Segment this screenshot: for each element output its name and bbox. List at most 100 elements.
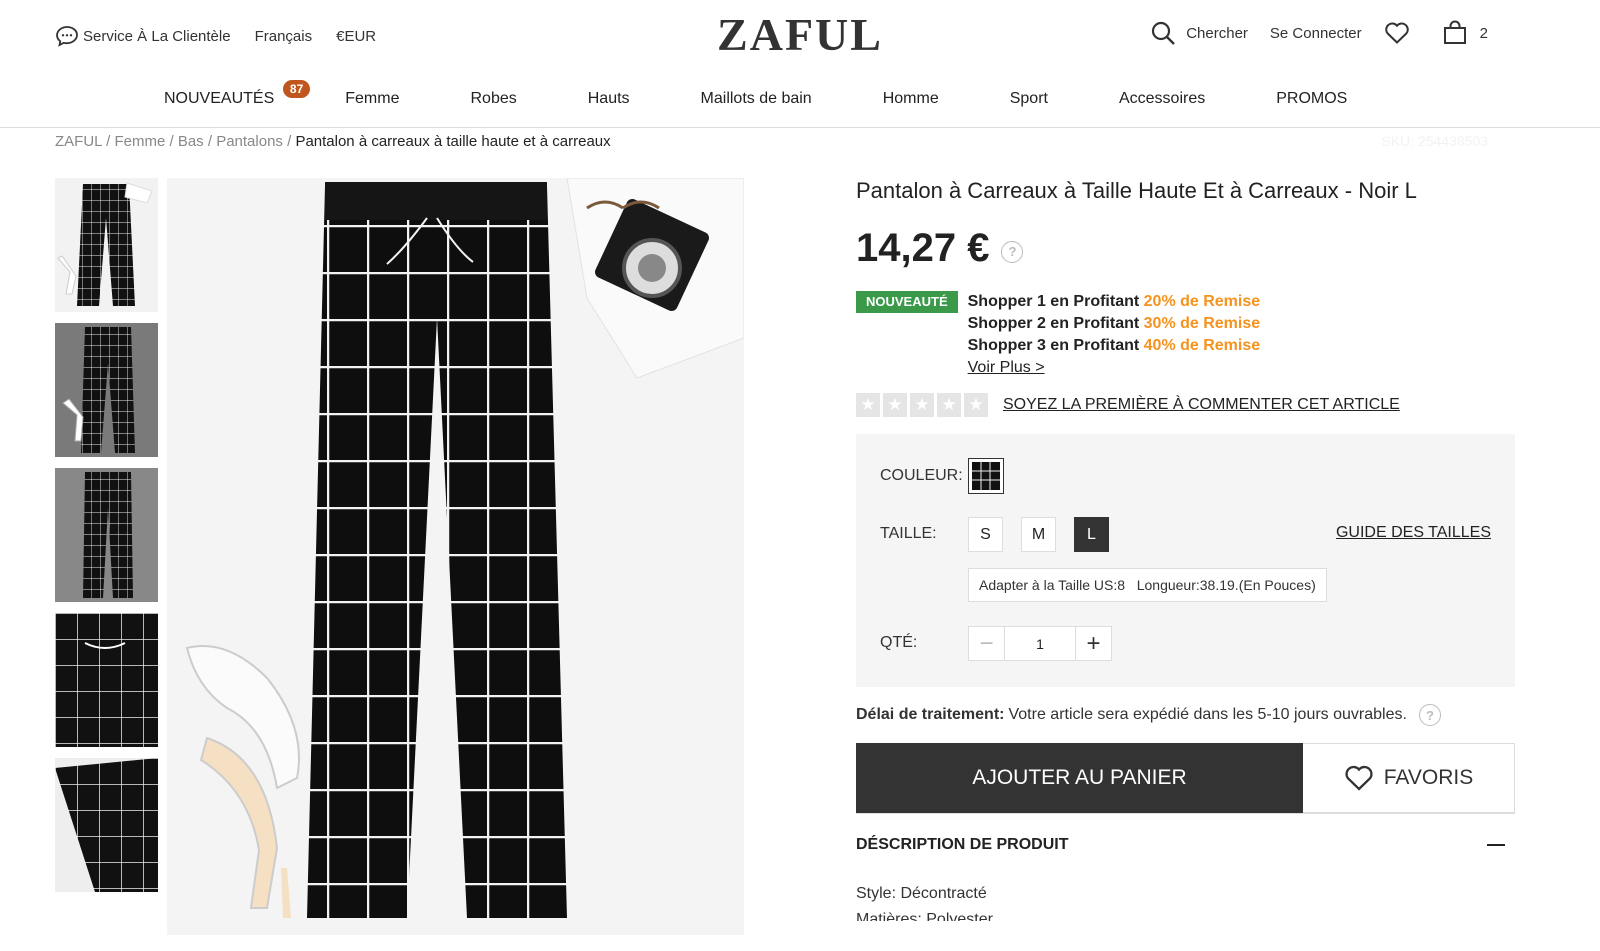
- breadcrumb-bas[interactable]: Bas: [178, 133, 204, 150]
- language-selector[interactable]: Français: [255, 28, 313, 45]
- breadcrumb-pantalons[interactable]: Pantalons: [216, 133, 283, 150]
- star-icon: ★: [937, 393, 961, 417]
- nav-item-promos[interactable]: PROMOS: [1276, 90, 1347, 108]
- product-thumbnail-image: [55, 178, 158, 312]
- heart-icon: [1345, 765, 1373, 791]
- nav-item-sport[interactable]: Sport: [1010, 90, 1048, 108]
- login-label: Se Connecter: [1269, 24, 1362, 42]
- product-thumbnail-image: [55, 613, 158, 747]
- color-label: COULEUR:: [880, 467, 963, 484]
- sku-label: SKU: 254438503: [1381, 133, 1488, 149]
- breadcrumb-femme[interactable]: Femme: [114, 133, 165, 150]
- size-option-s[interactable]: S: [968, 517, 1003, 552]
- new-badge: NOUVEAUTÉ: [856, 291, 958, 313]
- customer-service-link[interactable]: Service À La Clientèle: [55, 24, 231, 48]
- cart-count: 2: [1479, 24, 1488, 42]
- product-info: Pantalon à Carreaux à Taille Haute Et à …: [856, 178, 1515, 921]
- star-icon: ★: [964, 393, 988, 417]
- rating-row: ★ ★ ★ ★ ★ SOYEZ LA PREMIÈRE À COMMENTER …: [856, 393, 1515, 417]
- product-thumbnail[interactable]: [54, 177, 159, 313]
- promo-text: Shopper 1 en Profitant: [967, 293, 1144, 310]
- purchase-actions: AJOUTER AU PANIER FAVORIS: [856, 743, 1515, 813]
- breadcrumb-current: Pantalon à carreaux à taille haute et à …: [295, 133, 611, 150]
- nav-item-label: PROMOS: [1276, 90, 1348, 107]
- breadcrumb: ZAFUL / Femme / Bas / Pantalons / Pantal…: [55, 133, 611, 150]
- promo-block: NOUVEAUTÉ Shopper 1 en Profitant 20% de …: [856, 291, 1515, 379]
- qty-decrease-button[interactable]: −: [969, 627, 1004, 660]
- promo-discount: 40% de Remise: [1143, 337, 1261, 354]
- size-fit-text: Adapter à la Taille US:8 Longueur:38.19.…: [979, 577, 1316, 593]
- description-style: Style: Décontracté: [856, 885, 987, 902]
- qty-value[interactable]: 1: [1004, 627, 1076, 660]
- cart-link[interactable]: 2: [1442, 20, 1488, 46]
- nav-item-label: Homme: [882, 90, 939, 107]
- nav-item-maillots[interactable]: Maillots de bain: [701, 90, 812, 108]
- top-right-links: Chercher Se Connecter 2: [1128, 20, 1488, 46]
- site-logo[interactable]: ZAFUL: [717, 9, 883, 60]
- product-thumbnail[interactable]: [55, 323, 158, 457]
- nav-item-accessoires[interactable]: Accessoires: [1119, 90, 1205, 108]
- nav-item-label: Maillots de bain: [700, 90, 812, 107]
- main-product-image[interactable]: [167, 178, 744, 935]
- nav-item-label: Hauts: [587, 90, 630, 107]
- price-row: 14,27 € ?: [856, 226, 1515, 271]
- nav-item-label: Robes: [470, 90, 517, 107]
- collapse-icon[interactable]: [1487, 843, 1505, 846]
- size-option-l[interactable]: L: [1074, 517, 1109, 552]
- currency-label: €EUR: [336, 27, 377, 45]
- nav-item-nouveautes[interactable]: NOUVEAUTÉS 87: [164, 80, 311, 108]
- promo-line: Shopper 2 en Profitant 30% de Remise: [968, 313, 1261, 335]
- nav-item-label: NOUVEAUTÉS: [164, 90, 275, 107]
- add-to-cart-button[interactable]: AJOUTER AU PANIER: [856, 743, 1303, 813]
- color-swatch-black[interactable]: [968, 458, 1004, 494]
- search-link[interactable]: Chercher: [1150, 20, 1248, 46]
- promo-text: Shopper 2 en Profitant: [967, 315, 1144, 332]
- size-option-m[interactable]: M: [1021, 517, 1056, 552]
- favorites-button[interactable]: FAVORIS: [1303, 743, 1515, 813]
- nav-item-homme[interactable]: Homme: [883, 90, 939, 108]
- search-label: Chercher: [1186, 24, 1248, 42]
- customer-service-label: Service À La Clientèle: [83, 27, 231, 45]
- nav-item-label: Sport: [1009, 90, 1048, 107]
- voir-plus-link[interactable]: Voir Plus >: [968, 357, 1261, 379]
- search-icon: [1152, 21, 1176, 45]
- description-title: DÉSCRIPTION DE PRODUIT: [856, 835, 1069, 853]
- language-label: Français: [254, 27, 313, 45]
- qty-increase-button[interactable]: +: [1076, 627, 1111, 660]
- favorites-label: FAVORIS: [1383, 766, 1474, 789]
- product-thumbnail[interactable]: [55, 468, 158, 602]
- product-price: 14,27 €: [856, 226, 990, 270]
- options-panel: COULEUR: TAILLE: S M L GUIDE DES TAILLES…: [856, 434, 1515, 687]
- promo-discount: 20% de Remise: [1143, 293, 1261, 310]
- main-product-photo: [167, 178, 744, 935]
- main-nav: NOUVEAUTÉS 87 Femme Robes Hauts Maillots …: [0, 72, 1600, 128]
- currency-selector[interactable]: €EUR: [336, 28, 376, 45]
- nav-item-label: Accessoires: [1118, 90, 1206, 107]
- login-link[interactable]: Se Connecter: [1270, 25, 1362, 42]
- promo-discount: 30% de Remise: [1143, 315, 1261, 332]
- write-review-link[interactable]: SOYEZ LA PREMIÈRE À COMMENTER CET ARTICL…: [1003, 396, 1400, 414]
- description-header[interactable]: DÉSCRIPTION DE PRODUIT: [856, 813, 1515, 875]
- product-thumbnail-image: [55, 468, 158, 602]
- size-label: TAILLE:: [880, 525, 937, 542]
- heart-icon: [1384, 22, 1409, 44]
- thumbnail-list: [54, 177, 159, 903]
- star-icon: ★: [856, 393, 880, 417]
- breadcrumb-home[interactable]: ZAFUL: [55, 133, 102, 150]
- nav-item-hauts[interactable]: Hauts: [588, 90, 630, 108]
- processing-time: Délai de traitement: Votre article sera …: [856, 704, 1515, 726]
- processing-time-label: Délai de traitement:: [856, 706, 1005, 723]
- price-help-icon[interactable]: ?: [1001, 240, 1024, 263]
- chat-icon: [56, 26, 78, 47]
- nav-item-femme[interactable]: Femme: [345, 90, 399, 108]
- quantity-stepper: − 1 +: [968, 626, 1112, 661]
- size-guide-link[interactable]: GUIDE DES TAILLES: [1336, 524, 1491, 542]
- size-fit-info: Adapter à la Taille US:8 Longueur:38.19.…: [968, 568, 1327, 602]
- product-thumbnail[interactable]: [55, 758, 158, 892]
- top-bar: Service À La Clientèle Français €EUR ZAF…: [0, 0, 1600, 72]
- product-thumbnail[interactable]: [55, 613, 158, 747]
- wishlist-link[interactable]: [1384, 21, 1420, 45]
- nav-item-robes[interactable]: Robes: [470, 90, 516, 108]
- star-icon: ★: [910, 393, 934, 417]
- processing-help-icon[interactable]: ?: [1418, 704, 1441, 726]
